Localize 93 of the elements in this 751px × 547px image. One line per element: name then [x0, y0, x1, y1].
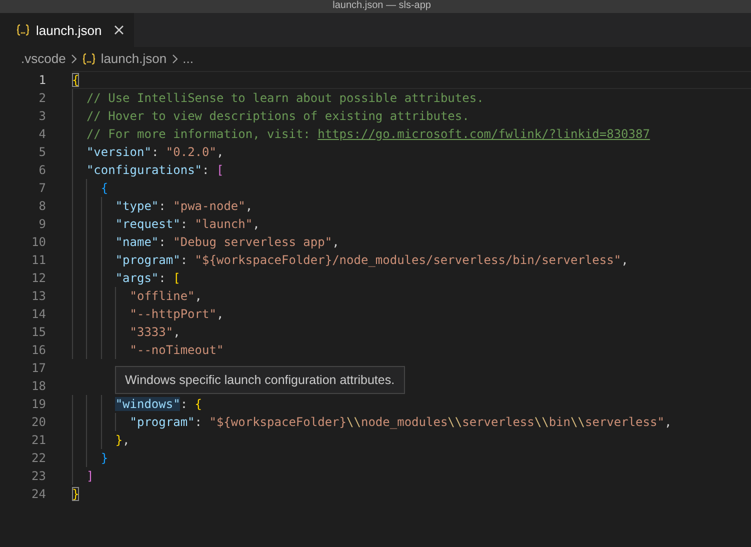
line-number: 2 [38, 91, 46, 105]
chevron-right-icon [172, 54, 178, 64]
line-number: 16 [30, 343, 46, 357]
punctuation: : [180, 253, 189, 267]
line-number: 22 [30, 451, 46, 465]
json-key: "type" [115, 199, 159, 213]
code-comment: // Hover to view descriptions of existing attributes. [86, 109, 470, 123]
string-literal: node_modules [360, 415, 448, 429]
punctuation: , [194, 289, 202, 303]
string-literal: "launch" [194, 217, 253, 231]
close-icon[interactable] [114, 25, 124, 35]
breadcrumb-more[interactable]: ... [182, 51, 194, 66]
json-file-icon [16, 24, 30, 36]
bracket: { [100, 181, 108, 195]
line-number: 18 [30, 379, 46, 393]
string-literal: "--httpPort" [130, 307, 216, 321]
breadcrumb-file[interactable]: launch.json [100, 51, 167, 66]
editor-tab[interactable]: launch.json [0, 13, 134, 47]
string-literal: "Debug serverless app" [173, 235, 332, 249]
json-key: "args" [115, 271, 159, 285]
bracket: } [72, 487, 80, 501]
bracket: [ [173, 271, 180, 285]
punctuation: , [664, 415, 672, 429]
line-number: 5 [38, 145, 46, 159]
punctuation: , [216, 145, 224, 159]
json-key: "windows" [115, 397, 180, 411]
punctuation: : [151, 145, 160, 159]
punctuation: : [158, 235, 167, 249]
line-number: 9 [38, 217, 46, 231]
line-number: 23 [30, 469, 46, 483]
line-number: 14 [30, 307, 46, 321]
line-number: 4 [38, 127, 46, 141]
bracket: } [115, 433, 123, 447]
line-number: 12 [30, 271, 46, 285]
escape-sequence: \\ [534, 415, 549, 429]
json-key: "configurations" [86, 163, 202, 177]
string-literal: "pwa-node" [173, 199, 246, 213]
code-comment: // For more information, visit: [86, 127, 312, 141]
string-literal: "${workspaceFolder}/node_modules/serverless/bin/serverless" [194, 253, 622, 267]
escape-sequence: \\ [570, 415, 585, 429]
punctuation: , [216, 307, 224, 321]
punctuation: : [158, 199, 167, 213]
line-number: 24 [30, 487, 46, 501]
punctuation: , [122, 433, 130, 447]
line-number: 13 [30, 289, 46, 303]
bracket: { [194, 397, 202, 411]
line-number: 11 [30, 253, 46, 267]
punctuation: , [245, 199, 253, 213]
escape-sequence: \\ [448, 415, 462, 429]
punctuation: , [332, 235, 340, 249]
tooltip-text: Windows specific launch configuration attributes. [125, 373, 395, 387]
punctuation: , [252, 217, 260, 231]
line-number: 10 [30, 235, 46, 249]
line-number: 6 [38, 163, 46, 177]
line-number: 15 [30, 325, 46, 339]
string-literal: "offline" [130, 289, 195, 303]
line-number: 21 [30, 433, 46, 447]
string-literal: "${workspaceFolder} [209, 415, 347, 429]
punctuation: : [202, 163, 210, 177]
line-number: 7 [38, 181, 46, 195]
bracket: ] [86, 469, 94, 483]
line-number: 3 [38, 109, 46, 123]
line-number: 17 [30, 361, 46, 375]
bracket: [ [216, 163, 224, 177]
json-key: "request" [115, 217, 180, 231]
punctuation: : [158, 271, 167, 285]
string-literal: "3333" [130, 325, 174, 339]
json-key: "name" [115, 235, 159, 249]
string-literal: serverless" [584, 415, 664, 429]
json-key: "program" [115, 253, 180, 267]
json-key: "program" [130, 415, 195, 429]
line-number: 20 [30, 415, 46, 429]
string-literal: "0.2.0" [166, 145, 216, 159]
bracket: } [100, 451, 108, 465]
code-comment: // Use IntelliSense to learn about possible attributes. [86, 91, 484, 105]
bracket: { [72, 73, 80, 87]
escape-sequence: \\ [346, 415, 361, 429]
punctuation: , [173, 325, 180, 339]
line-number: 1 [38, 73, 46, 87]
json-file-icon [82, 52, 96, 64]
string-literal: serverless [462, 415, 534, 429]
chevron-right-icon [70, 54, 77, 64]
line-number: 19 [30, 397, 46, 411]
punctuation: , [621, 253, 628, 267]
line-number: 8 [38, 199, 46, 213]
string-literal: bin [548, 415, 571, 429]
string-literal: "--noTimeout" [130, 343, 224, 357]
json-key: "version" [86, 145, 152, 159]
punctuation: : [180, 217, 189, 231]
breadcrumb-folder[interactable]: .vscode [21, 51, 66, 66]
window-title: launch.json — sls-app [332, 0, 431, 13]
punctuation: : [180, 397, 189, 411]
punctuation: : [194, 415, 204, 429]
